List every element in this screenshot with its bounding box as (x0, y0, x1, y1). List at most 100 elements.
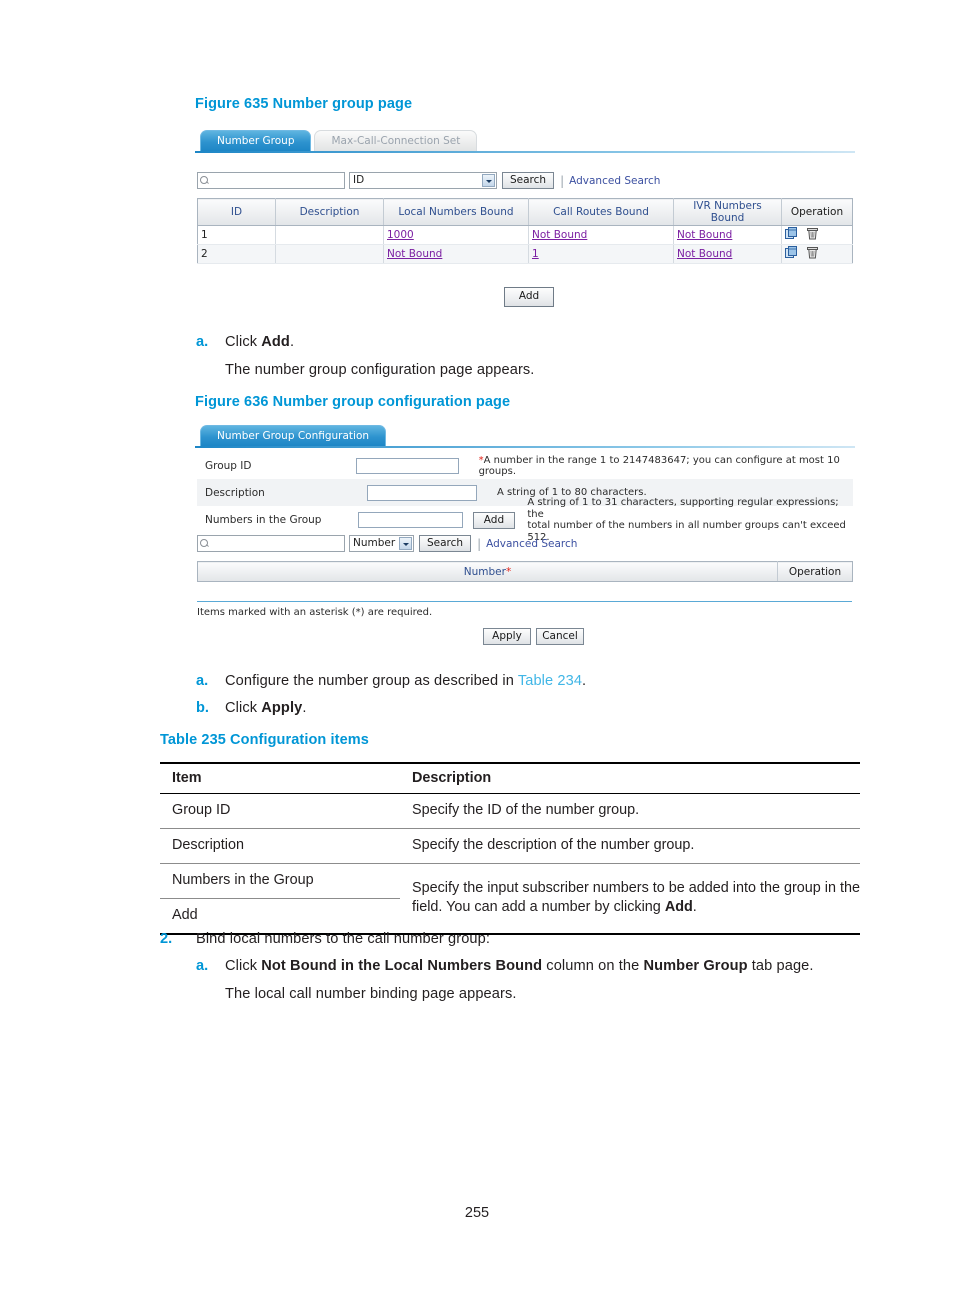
step-b2-post: . (302, 700, 307, 716)
number-search-field-select-value: Number (353, 537, 396, 549)
numbers-table: Number* Operation (197, 561, 853, 582)
tab-number-group-configuration[interactable]: Number Group Configuration (200, 425, 387, 446)
advanced-search-link[interactable]: Advanced Search (486, 538, 577, 550)
cell-id: 1 (197, 225, 276, 245)
table-header-row: Item Description (160, 762, 860, 794)
hint-line-1: A string of 1 to 31 characters, supporti… (527, 497, 839, 520)
hint-group-id: *A number in the range 1 to 2147483647; … (479, 455, 853, 478)
search-icon (200, 176, 208, 184)
column-header-operation: Operation (781, 198, 853, 226)
cell-operation (781, 244, 853, 264)
number-search-input[interactable] (197, 535, 345, 552)
cell-description: Specify the description of the number gr… (400, 828, 860, 864)
table-234-xref[interactable]: Table 234 (518, 673, 582, 689)
cell-local-numbers-bound: 1000 (383, 225, 529, 245)
cell-local-numbers-bound: Not Bound (383, 244, 529, 264)
step-2a-bold-not-bound: Not Bound in the Local Numbers Bound (261, 958, 543, 974)
step-a-result: The number group configuration page appe… (225, 362, 535, 378)
step-2a-marker: a. (196, 958, 209, 974)
apply-button[interactable]: Apply (483, 628, 531, 645)
step-2a-post: tab page. (747, 958, 814, 974)
step-a-text-bold: Add (261, 334, 290, 350)
tab-number-group[interactable]: Number Group (200, 130, 312, 151)
column-header-item: Item (160, 762, 400, 794)
search-field-select[interactable]: ID (349, 172, 497, 189)
cell-item: Numbers in the Group (160, 863, 400, 899)
description-line-2-bold: Add (664, 899, 693, 915)
advanced-search-link[interactable]: Advanced Search (569, 175, 660, 187)
step-2a-result: The local call number binding page appea… (225, 986, 517, 1002)
column-header-call-routes-bound[interactable]: Call Routes Bound (528, 198, 674, 226)
figure-635-caption: Figure 635 Number group page (195, 96, 413, 112)
table-235-caption: Table 235 Configuration items (160, 732, 369, 748)
edit-icon[interactable] (785, 227, 798, 243)
required-footnote: Items marked with an asterisk (*) are re… (197, 607, 433, 618)
numbers-in-the-group-input[interactable] (358, 512, 463, 528)
step-a-text-pre: Click (225, 334, 262, 350)
call-routes-bound-link[interactable]: 1 (532, 248, 539, 260)
step-a2-marker: a. (196, 673, 209, 689)
ivr-numbers-bound-link[interactable]: Not Bound (677, 248, 732, 260)
description-input[interactable] (367, 484, 477, 501)
label-numbers-in-the-group: Numbers in the Group (205, 514, 322, 526)
cell-ivr-numbers-bound: Not Bound (673, 244, 782, 264)
step-a2-pre: Configure the number group as described … (225, 673, 518, 689)
label-description: Description (205, 486, 265, 499)
figure-636-tabstrip: Number Group Configuration (200, 425, 387, 446)
local-numbers-bound-link[interactable]: Not Bound (387, 248, 442, 260)
group-id-input[interactable] (355, 458, 459, 474)
ivr-numbers-bound-link[interactable]: Not Bound (677, 229, 732, 241)
number-search-button[interactable]: Search (419, 535, 472, 552)
delete-icon[interactable] (807, 246, 819, 262)
cell-item: Group ID (160, 793, 400, 829)
search-icon (200, 539, 208, 547)
search-input[interactable] (197, 172, 345, 189)
cancel-button[interactable]: Cancel (536, 628, 584, 645)
chevron-down-icon (399, 537, 412, 550)
search-button[interactable]: Search (502, 172, 555, 189)
local-numbers-bound-link[interactable]: 1000 (387, 229, 414, 241)
column-header-description[interactable]: Description (275, 198, 384, 226)
add-button[interactable]: Add (504, 287, 554, 307)
label-group-id: Group ID (205, 460, 252, 472)
toolbar-divider: | (477, 536, 482, 551)
cell-item: Add (160, 898, 400, 935)
figure-635-screenshot: Number Group Max-Call-Connection Set ID … (195, 130, 855, 265)
step-2-text: Bind local numbers to the call number gr… (196, 931, 491, 947)
column-header-operation: Operation (777, 561, 853, 582)
number-group-table: ID Description Local Numbers Bound Call … (197, 198, 853, 264)
page-number: 255 (464, 1205, 490, 1221)
step-2a-pre: Click (225, 958, 262, 974)
cell-description-merged: Specify the input subscriber numbers to … (400, 863, 860, 935)
chevron-down-icon (482, 174, 495, 187)
tab-max-call-connection-set[interactable]: Max-Call-Connection Set (314, 130, 478, 151)
step-a2-text: Configure the number group as described … (225, 673, 586, 689)
step-a-text: Click Add. (225, 334, 294, 350)
cell-description (275, 244, 384, 264)
add-number-button[interactable]: Add (472, 511, 516, 529)
call-routes-bound-link[interactable]: Not Bound (532, 229, 587, 241)
tabstrip-underline (195, 151, 855, 153)
cell-description: Specify the ID of the number group. (400, 793, 860, 829)
edit-icon[interactable] (785, 246, 798, 262)
figure-636-searchbar: Number Search | Advanced Search (197, 535, 577, 552)
table-235: Item Description Group ID Specify the ID… (160, 762, 860, 935)
table-header-row: Number* Operation (197, 561, 853, 582)
column-header-ivr-numbers-bound[interactable]: IVR Numbers Bound (673, 198, 782, 226)
delete-icon[interactable] (807, 227, 819, 243)
tabstrip-underline (195, 446, 855, 448)
column-header-id[interactable]: ID (197, 198, 276, 226)
toolbar-divider: | (560, 173, 565, 188)
step-b2-text: Click Apply. (225, 700, 306, 716)
form-row-numbers-in-the-group: Numbers in the Group Add A string of 1 t… (197, 497, 853, 543)
step-b2-marker: b. (196, 700, 209, 716)
column-header-local-numbers-bound[interactable]: Local Numbers Bound (383, 198, 529, 226)
cell-description (275, 225, 384, 245)
column-header-number[interactable]: Number* (197, 561, 778, 582)
description-line-2-post: . (692, 899, 697, 915)
table-row: Description Specify the description of t… (160, 828, 860, 864)
number-search-field-select[interactable]: Number (349, 535, 414, 552)
step-a-marker: a. (196, 334, 209, 350)
document-page: Figure 635 Number group page Number Grou… (0, 0, 954, 1296)
step-b2-pre: Click (225, 700, 262, 716)
